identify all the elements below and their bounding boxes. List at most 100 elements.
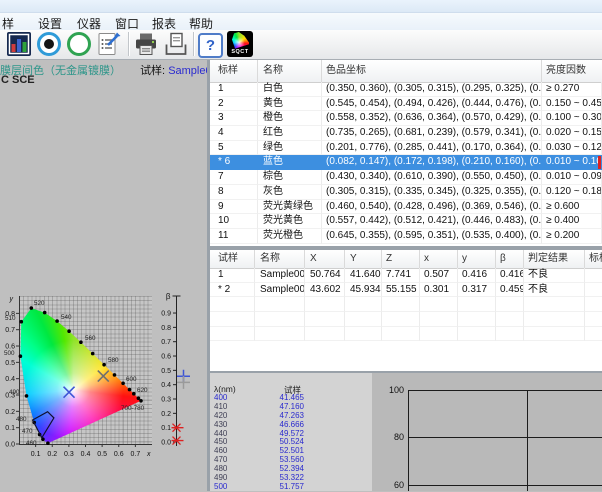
standard-coords: (0.557, 0.442), (0.512, 0.421), (0.446, … (322, 214, 542, 229)
beta-tick-label: 0.0 (161, 440, 171, 447)
wavelength-dot (55, 319, 59, 323)
wavelength-dot (46, 441, 50, 445)
standard-name: 绿色 (258, 141, 322, 156)
standard-coords: (0.460, 0.540), (0.428, 0.496), (0.369, … (322, 200, 542, 215)
bar-chart-icon[interactable] (6, 31, 33, 58)
vertical-splitter[interactable] (207, 60, 210, 491)
standard-factor: ≥ 0.200 (542, 229, 602, 244)
standard-name: 灰色 (258, 185, 322, 200)
wavelength-dot (43, 311, 47, 315)
samples-col-X[interactable]: X (305, 250, 345, 268)
samples-table-row[interactable]: * 2 Sample002 43.602 45.934 55.155 0.301… (210, 283, 602, 298)
cie-diagram-overlay: 0.10.20.30.40.50.60.7x0.00.10.20.30.40.5… (0, 290, 207, 491)
wavelength-dot (79, 340, 83, 344)
cie-x-tick-label: 0.4 (81, 451, 91, 458)
standard-id: 5 (210, 141, 258, 156)
samples-col-y[interactable]: y (458, 250, 496, 268)
standards-table-row[interactable]: 4 红色 (0.735, 0.265), (0.681, 0.239), (0.… (210, 126, 602, 141)
wavelength-dot (132, 392, 136, 396)
standards-table-row[interactable]: 3 橙色 (0.558, 0.352), (0.636, 0.364), (0.… (210, 111, 602, 126)
samples-col-Z[interactable]: Z (382, 250, 420, 268)
sample-Z: 7.741 (382, 268, 420, 283)
standard-factor: ≥ 0.400 (542, 214, 602, 229)
print-icon[interactable] (133, 31, 160, 58)
sample-extra (585, 268, 602, 283)
standards-table-row[interactable]: 8 灰色 (0.305, 0.315), (0.335, 0.345), (0.… (210, 185, 602, 200)
wavelength-label: 520 (34, 300, 45, 307)
beta-tick-label: 0.2 (161, 411, 171, 418)
standards-col-factor[interactable]: 亮度因数 (542, 60, 602, 82)
empty-row (210, 297, 602, 312)
standard-factor: 0.010 ~ 0.100 (542, 155, 602, 170)
sample-marker-x (64, 387, 75, 398)
sample-result: 不良 (524, 283, 585, 298)
standards-col-id[interactable]: 标样 (210, 60, 258, 82)
wavelength-dot (91, 352, 95, 356)
standards-table-row[interactable]: 2 黄色 (0.545, 0.454), (0.494, 0.426), (0.… (210, 97, 602, 112)
measure-sample-ring-icon[interactable] (66, 31, 93, 58)
samples-col-standard-partial[interactable]: 标样 (585, 250, 602, 268)
standard-coords: (0.735, 0.265), (0.681, 0.239), (0.579, … (322, 126, 542, 141)
standard-id: 2 (210, 97, 258, 112)
wavelength-label: 600 (126, 376, 137, 383)
samples-table-row[interactable]: 1 Sample001 50.764 41.640 7.741 0.507 0.… (210, 268, 602, 283)
samples-col-beta[interactable]: β (496, 250, 524, 268)
sample-Y: 41.640 (345, 268, 382, 283)
cie-x-tick-label: 0.2 (47, 451, 57, 458)
standards-table-row[interactable]: 1 白色 (0.350, 0.360), (0.305, 0.315), (0.… (210, 82, 602, 97)
wavelength-dot (137, 396, 141, 400)
cie-x-tick-label: 0.7 (131, 451, 141, 458)
standard-factor: 0.030 ~ 0.120 (542, 141, 602, 156)
beta-tick-label: 0.1 (161, 425, 171, 432)
sqct-app-icon[interactable]: SQCT (227, 31, 254, 58)
standards-table-body: 1 白色 (0.350, 0.360), (0.305, 0.315), (0.… (210, 82, 602, 244)
beta-tick-label: 0.4 (161, 382, 171, 389)
standard-id: * 6 (210, 155, 258, 170)
wavelength-dot (139, 399, 143, 403)
samples-col-x[interactable]: x (420, 250, 458, 268)
standards-table-row[interactable]: 9 荧光黄绿色 (0.460, 0.540), (0.428, 0.496), … (210, 200, 602, 215)
wavelength-label: 700-780 (121, 405, 145, 412)
chart-gridline-80 (408, 437, 602, 438)
standards-col-coords[interactable]: 色品坐标 (322, 60, 542, 82)
wavelength-dot (30, 306, 34, 310)
wavelength-label: 470 (22, 428, 33, 435)
help-glyph: ? (198, 33, 223, 58)
samples-col-Y[interactable]: Y (345, 250, 382, 268)
standards-table-row[interactable]: 7 棕色 (0.430, 0.340), (0.610, 0.390), (0.… (210, 170, 602, 185)
help-icon[interactable]: ? (198, 33, 225, 60)
chart-gridline-60 (408, 485, 602, 486)
standard-coords: (0.430, 0.340), (0.610, 0.390), (0.550, … (322, 170, 542, 185)
standard-id: 1 (210, 82, 258, 97)
measure-standard-target-icon[interactable] (36, 31, 63, 58)
standard-coords: (0.082, 0.147), (0.172, 0.198), (0.210, … (322, 155, 542, 170)
empty-row (210, 312, 602, 327)
report-export-icon[interactable] (96, 31, 123, 58)
standards-table-row[interactable]: * 6 蓝色 (0.082, 0.147), (0.172, 0.198), (… (210, 155, 602, 170)
spectral-row[interactable]: 500 51.757 (207, 483, 317, 492)
standards-col-name[interactable]: 名称 (258, 60, 322, 82)
save-output-icon[interactable] (163, 31, 190, 58)
toolbar-separator (193, 32, 195, 56)
sample-X: 50.764 (305, 268, 345, 283)
cie-x-tick-label: 0.3 (64, 451, 74, 458)
sample-extra (585, 283, 602, 298)
measurement-mode-line: C SCE (1, 74, 35, 86)
standard-factor: ≥ 0.270 (542, 82, 602, 97)
standards-table-row[interactable]: 11 荧光橙色 (0.645, 0.355), (0.595, 0.351), … (210, 229, 602, 244)
chart-gridline-100 (408, 390, 602, 391)
sample-id: * 2 (210, 283, 255, 298)
samples-col-result[interactable]: 判定结果 (524, 250, 585, 268)
sample-Y: 45.934 (345, 283, 382, 298)
chart-y-axis (408, 390, 409, 491)
cie-x-tick-label: 0.6 (114, 451, 124, 458)
standards-table-row[interactable]: 10 荧光黄色 (0.557, 0.442), (0.512, 0.421), … (210, 214, 602, 229)
standard-factor: 0.010 ~ 0.090 (542, 170, 602, 185)
standard-name: 黄色 (258, 97, 322, 112)
sample-X: 43.602 (305, 283, 345, 298)
standard-name: 蓝色 (258, 155, 322, 170)
samples-col-id[interactable]: 试样 (210, 250, 255, 268)
standards-table-row[interactable]: 5 绿色 (0.201, 0.776), (0.285, 0.441), (0.… (210, 141, 602, 156)
cie-y-tick-label: 0.5 (5, 360, 15, 367)
samples-col-name[interactable]: 名称 (255, 250, 305, 268)
